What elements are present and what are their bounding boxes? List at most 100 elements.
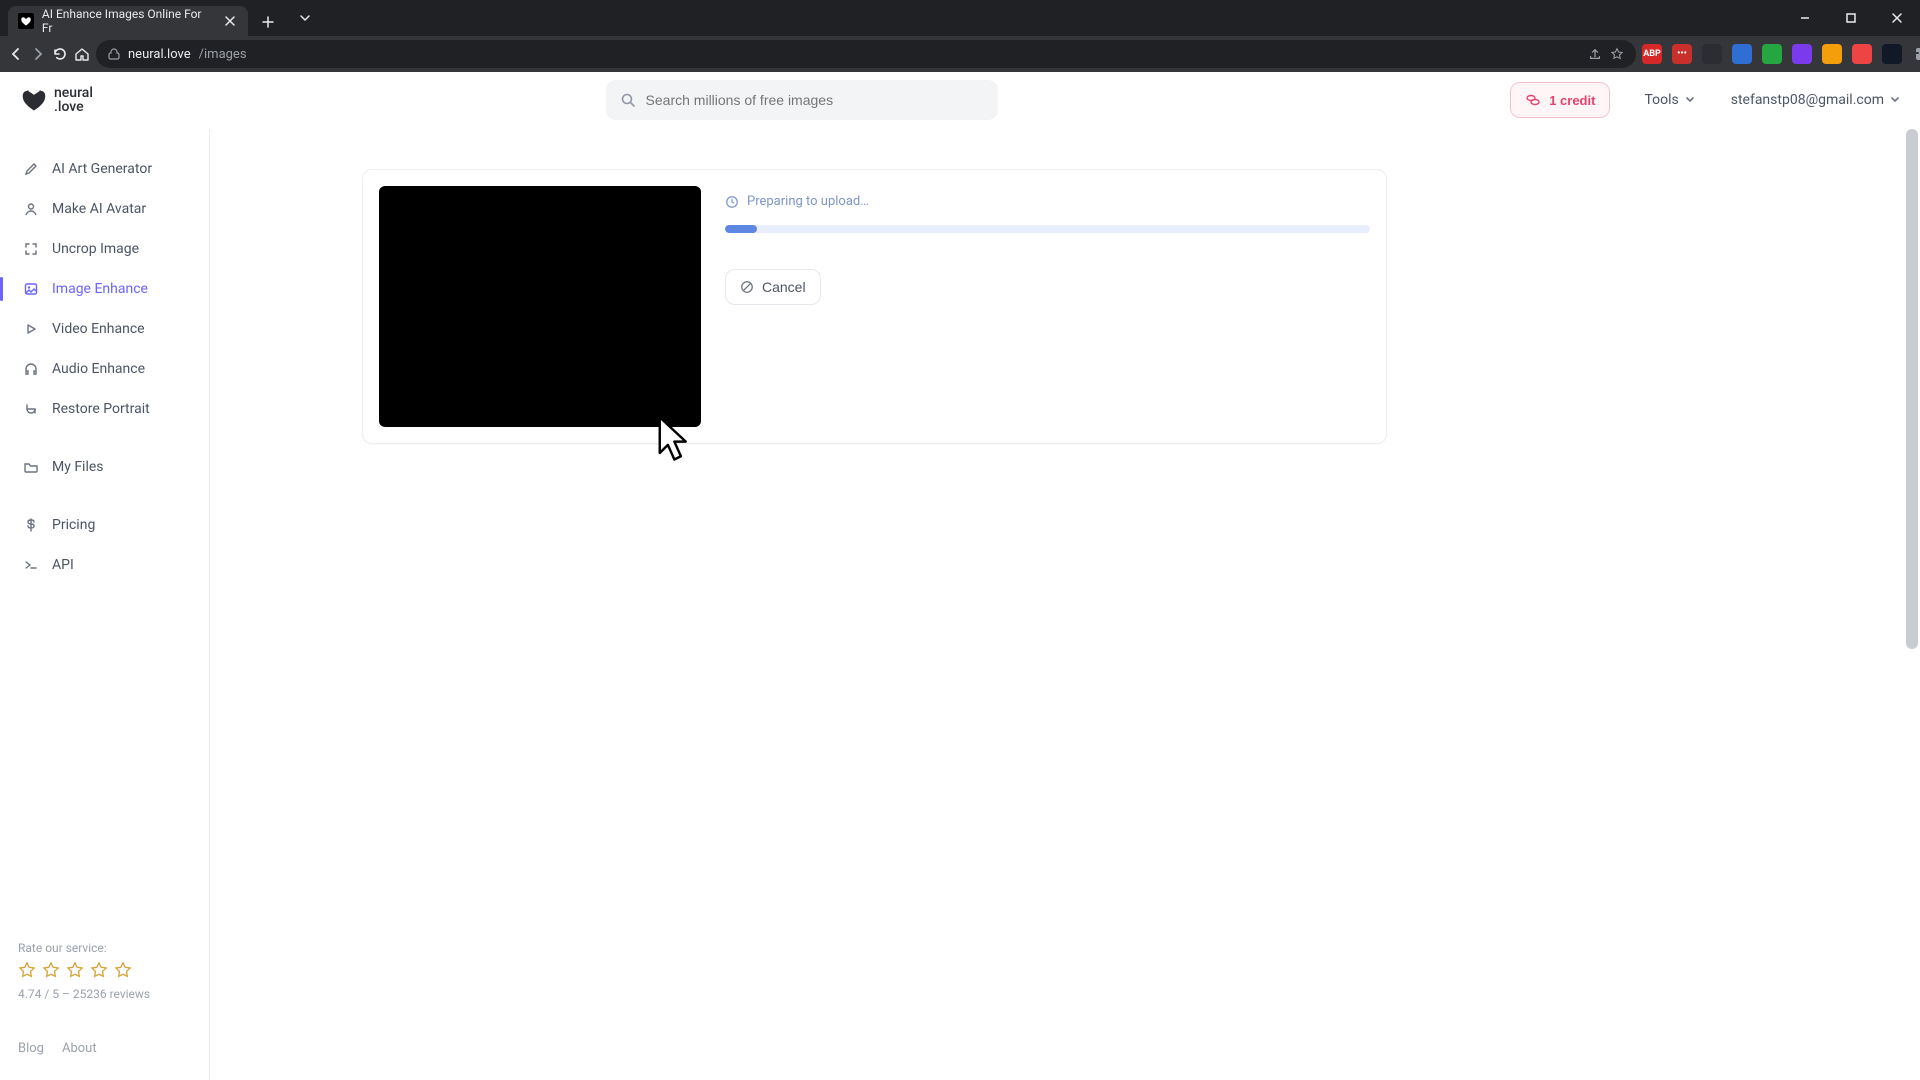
tab-overflow-button[interactable] bbox=[282, 0, 328, 36]
ext-generic-3-icon[interactable] bbox=[1762, 44, 1782, 64]
pencil-icon bbox=[22, 161, 40, 177]
favicon-icon bbox=[18, 13, 34, 29]
user-email: stefanstp08@gmail.com bbox=[1731, 92, 1884, 108]
rating-text: 4.74 / 5 – 25236 reviews bbox=[18, 987, 191, 1001]
ext-generic-5-icon[interactable] bbox=[1822, 44, 1842, 64]
user-icon bbox=[22, 201, 40, 217]
forward-button[interactable] bbox=[30, 40, 46, 68]
search-field[interactable] bbox=[606, 80, 998, 120]
ext-abp-icon[interactable]: ABP bbox=[1642, 44, 1662, 64]
rating-stars[interactable] bbox=[18, 961, 191, 979]
sidebar-item-audio-enhance[interactable]: Audio Enhance bbox=[0, 349, 209, 389]
logo-text-line1: neural bbox=[54, 86, 93, 100]
star-icon[interactable] bbox=[18, 961, 36, 979]
address-bar[interactable]: neural.love/images bbox=[96, 40, 1636, 68]
sidebar-item-uncrop-image[interactable]: Uncrop Image bbox=[0, 229, 209, 269]
sidebar-item-pricing[interactable]: Pricing bbox=[0, 505, 209, 545]
sidebar-item-label: Make AI Avatar bbox=[52, 201, 146, 217]
ext-lastpass-icon[interactable]: ••• bbox=[1672, 44, 1692, 64]
ext-generic-7-icon[interactable] bbox=[1882, 44, 1902, 64]
ext-generic-2-icon[interactable] bbox=[1732, 44, 1752, 64]
sidebar-item-make-ai-avatar[interactable]: Make AI Avatar bbox=[0, 189, 209, 229]
footer-link-about[interactable]: About bbox=[62, 1041, 97, 1056]
folder-icon bbox=[22, 459, 40, 475]
sidebar-item-restore-portrait[interactable]: Restore Portrait bbox=[0, 389, 209, 429]
sidebar-item-image-enhance[interactable]: Image Enhance bbox=[0, 269, 209, 309]
sidebar-item-label: Video Enhance bbox=[52, 321, 145, 337]
sidebar-item-api[interactable]: API bbox=[0, 545, 209, 585]
app-body: AI Art Generator Make AI Avatar Uncrop I… bbox=[0, 129, 1920, 1080]
new-tab-button[interactable] bbox=[254, 8, 282, 36]
share-icon[interactable] bbox=[1588, 47, 1602, 61]
chevron-down-icon bbox=[1890, 95, 1900, 105]
tools-dropdown[interactable]: Tools bbox=[1644, 92, 1694, 108]
ext-generic-6-icon[interactable] bbox=[1852, 44, 1872, 64]
terminal-icon bbox=[22, 557, 40, 573]
logo-icon bbox=[20, 86, 48, 114]
logo-text-line2: .love bbox=[54, 100, 93, 114]
app-header: neural .love 1 credit Tools stefanstp08@… bbox=[0, 72, 1920, 129]
browser-toolbar: neural.love/images ABP ••• bbox=[0, 36, 1920, 72]
bookmark-icon[interactable] bbox=[1610, 47, 1624, 61]
sidebar-item-label: Audio Enhance bbox=[52, 361, 145, 377]
upload-status-text: Preparing to upload… bbox=[747, 194, 869, 209]
search-input[interactable] bbox=[646, 92, 984, 108]
tab-title: AI Enhance Images Online For Fr bbox=[42, 7, 214, 35]
page-scrollbar[interactable] bbox=[1906, 129, 1918, 649]
image-icon bbox=[22, 281, 40, 297]
page: neural .love 1 credit Tools stefanstp08@… bbox=[0, 72, 1920, 1080]
upload-card: Preparing to upload… Cancel bbox=[362, 169, 1387, 444]
window-close-button[interactable] bbox=[1874, 0, 1920, 36]
ext-generic-4-icon[interactable] bbox=[1792, 44, 1812, 64]
window-maximize-button[interactable] bbox=[1828, 0, 1874, 36]
sidebar-item-label: API bbox=[52, 557, 74, 573]
chevron-down-icon bbox=[1685, 95, 1695, 105]
sidebar-item-ai-art-generator[interactable]: AI Art Generator bbox=[0, 149, 209, 189]
content: Preparing to upload… Cancel bbox=[210, 129, 1920, 1080]
lock-icon bbox=[108, 48, 120, 60]
upload-status: Preparing to upload… bbox=[725, 194, 1370, 209]
expand-icon bbox=[22, 241, 40, 257]
home-button[interactable] bbox=[74, 40, 90, 68]
sidebar-item-video-enhance[interactable]: Video Enhance bbox=[0, 309, 209, 349]
restore-icon bbox=[22, 401, 40, 417]
upload-pane: Preparing to upload… Cancel bbox=[725, 186, 1370, 427]
reload-button[interactable] bbox=[52, 40, 68, 68]
sidebar-item-label: Restore Portrait bbox=[52, 401, 150, 417]
cancel-label: Cancel bbox=[762, 279, 806, 295]
search-icon bbox=[620, 92, 636, 108]
browser-tab[interactable]: AI Enhance Images Online For Fr bbox=[8, 6, 248, 36]
tab-strip: AI Enhance Images Online For Fr bbox=[0, 0, 1920, 36]
sidebar-item-my-files[interactable]: My Files bbox=[0, 447, 209, 487]
tab-close-button[interactable] bbox=[222, 13, 238, 29]
rate-label: Rate our service: bbox=[18, 941, 191, 955]
dollar-icon bbox=[22, 517, 40, 533]
window-minimize-button[interactable] bbox=[1782, 0, 1828, 36]
upload-preview bbox=[379, 186, 701, 427]
star-icon[interactable] bbox=[114, 961, 132, 979]
sidebar-item-label: Pricing bbox=[52, 517, 95, 533]
window-controls bbox=[1782, 0, 1920, 36]
sidebar-item-label: AI Art Generator bbox=[52, 161, 152, 177]
cancel-button[interactable]: Cancel bbox=[725, 269, 821, 305]
play-icon bbox=[22, 321, 40, 337]
extensions-puzzle-icon[interactable] bbox=[1912, 44, 1920, 64]
url-path: /images bbox=[199, 47, 247, 62]
credits-button[interactable]: 1 credit bbox=[1510, 82, 1610, 118]
logo[interactable]: neural .love bbox=[20, 86, 93, 114]
ext-generic-1-icon[interactable] bbox=[1702, 44, 1722, 64]
browser-chrome: AI Enhance Images Online For Fr neural.l… bbox=[0, 0, 1920, 72]
logo-text: neural .love bbox=[54, 86, 93, 114]
headphones-icon bbox=[22, 361, 40, 377]
sidebar: AI Art Generator Make AI Avatar Uncrop I… bbox=[0, 129, 210, 1080]
back-button[interactable] bbox=[8, 40, 24, 68]
star-icon[interactable] bbox=[66, 961, 84, 979]
star-icon[interactable] bbox=[90, 961, 108, 979]
url-host: neural.love bbox=[128, 47, 191, 62]
credits-label: 1 credit bbox=[1549, 93, 1595, 108]
sidebar-item-label: My Files bbox=[52, 459, 104, 475]
footer-link-blog[interactable]: Blog bbox=[18, 1041, 44, 1056]
sidebar-item-label: Uncrop Image bbox=[52, 241, 139, 257]
star-icon[interactable] bbox=[42, 961, 60, 979]
user-menu[interactable]: stefanstp08@gmail.com bbox=[1731, 92, 1900, 108]
